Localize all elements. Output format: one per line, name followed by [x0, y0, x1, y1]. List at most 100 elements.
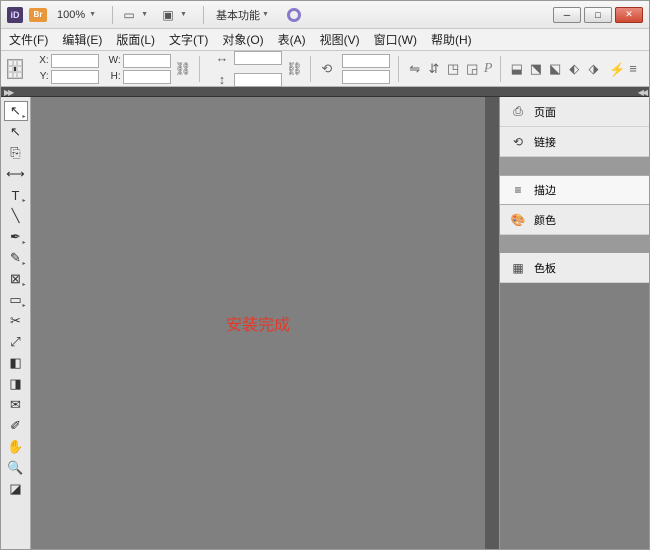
canvas-message: 安装完成: [226, 311, 290, 335]
gradient-feather-tool[interactable]: ◨: [4, 374, 28, 394]
expand-left-icon[interactable]: ▶▶: [4, 88, 12, 97]
gradient-swatch-tool[interactable]: ◧: [4, 353, 28, 373]
rectangle-tool[interactable]: ▭▸: [4, 290, 28, 310]
rectangle-frame-tool[interactable]: ⊠▸: [4, 269, 28, 289]
panel-links[interactable]: ⟲ 链接: [500, 127, 649, 157]
page-tool[interactable]: ⎘: [4, 143, 28, 163]
menu-edit[interactable]: 编辑(E): [62, 31, 102, 48]
screen-mode-icon[interactable]: ▣: [158, 7, 178, 23]
menu-object[interactable]: 对象(O): [222, 31, 263, 48]
window-controls: ─ □ ✕: [553, 7, 643, 23]
select-content-icon[interactable]: ◲: [465, 59, 480, 79]
wrap-icon[interactable]: ⬓: [509, 59, 524, 79]
type-tool[interactable]: T▸: [4, 185, 28, 205]
chevron-down-icon[interactable]: ▼: [180, 11, 187, 18]
reference-point-grid[interactable]: [7, 59, 23, 79]
panel-stroke[interactable]: ≡ 描边: [499, 175, 649, 205]
divider: [310, 56, 311, 82]
rotate-input[interactable]: [342, 54, 390, 68]
chevron-down-icon[interactable]: ▼: [89, 11, 96, 18]
main-area: ↖▸ ↖ ⎘ ⟷ T▸ ╲ ✒▸ ✎▸ ⊠▸ ▭▸ ✂ ⤢ ◧ ◨ ✉ ✐ ✋ …: [1, 97, 649, 549]
shear-input[interactable]: [342, 70, 390, 84]
progress-ring-icon: [287, 8, 301, 22]
chevron-down-icon[interactable]: ▼: [141, 11, 148, 18]
panel-swatches[interactable]: ▦ 色板: [500, 253, 649, 283]
expand-right-icon[interactable]: ◀◀: [638, 88, 646, 97]
select-container-icon[interactable]: ◳: [446, 59, 461, 79]
menu-type[interactable]: 文字(T): [169, 31, 208, 48]
swatches-icon: ▦: [510, 261, 526, 275]
menu-help[interactable]: 帮助(H): [431, 31, 472, 48]
view-options-icon[interactable]: ▭: [119, 7, 139, 23]
w-input[interactable]: [123, 54, 171, 68]
zoom-level[interactable]: 100%: [57, 9, 85, 21]
panel-dock-gutter[interactable]: [485, 97, 499, 549]
menu-window[interactable]: 窗口(W): [374, 31, 417, 48]
divider: [500, 56, 501, 82]
panel-menu-icon[interactable]: ≡: [623, 59, 643, 79]
scissors-tool[interactable]: ✂: [4, 311, 28, 331]
gap-tool[interactable]: ⟷: [4, 164, 28, 184]
divider: [199, 56, 200, 82]
scale-y-input[interactable]: [234, 73, 282, 87]
tool-panel: ↖▸ ↖ ⎘ ⟷ T▸ ╲ ✒▸ ✎▸ ⊠▸ ▭▸ ✂ ⤢ ◧ ◨ ✉ ✐ ✋ …: [1, 97, 31, 549]
document-canvas[interactable]: 安装完成: [31, 97, 485, 549]
constrain-scale-icon[interactable]: ⛓: [286, 59, 303, 79]
h-label: H:: [107, 71, 121, 82]
constrain-icon[interactable]: ⛓: [175, 59, 192, 79]
direct-selection-tool[interactable]: ↖: [4, 122, 28, 142]
x-input[interactable]: [51, 54, 99, 68]
close-button[interactable]: ✕: [615, 7, 643, 23]
y-label: Y:: [35, 71, 49, 82]
divider: [398, 56, 399, 82]
menu-bar: 文件(F) 编辑(E) 版面(L) 文字(T) 对象(O) 表(A) 视图(V)…: [1, 29, 649, 51]
fill-stroke-swap[interactable]: ◪: [4, 479, 28, 499]
pen-tool[interactable]: ✒▸: [4, 227, 28, 247]
wrap-icon[interactable]: ⬗: [586, 59, 601, 79]
wrap-icon[interactable]: ⬔: [528, 59, 543, 79]
eyedropper-tool[interactable]: ✐: [4, 416, 28, 436]
chevron-down-icon[interactable]: ▼: [262, 11, 269, 18]
panel-collapse-strip[interactable]: ▶▶ ◀◀: [1, 87, 649, 97]
pencil-tool[interactable]: ✎▸: [4, 248, 28, 268]
line-tool[interactable]: ╲: [4, 206, 28, 226]
workspace-switcher[interactable]: 基本功能: [216, 7, 260, 23]
panel-pages[interactable]: ⎙ 页面: [500, 97, 649, 127]
flip-v-icon[interactable]: ⇵: [426, 59, 441, 79]
rotate-icon[interactable]: ⟲: [319, 59, 334, 79]
panel-empty: [500, 283, 649, 549]
selection-tool[interactable]: ↖▸: [4, 101, 28, 121]
note-tool[interactable]: ✉: [4, 395, 28, 415]
menu-file[interactable]: 文件(F): [9, 31, 48, 48]
panel-color[interactable]: 🎨 颜色: [500, 205, 649, 235]
h-input[interactable]: [123, 70, 171, 84]
quick-apply-icon[interactable]: ⚡: [609, 62, 623, 76]
panel-label: 链接: [534, 134, 556, 150]
wrap-icon[interactable]: ⬕: [548, 59, 563, 79]
hand-tool[interactable]: ✋: [4, 437, 28, 457]
scale-x-icon: ↔: [212, 48, 232, 68]
panel-gap: [500, 157, 649, 175]
minimize-button[interactable]: ─: [553, 7, 581, 23]
bridge-badge[interactable]: Br: [29, 8, 47, 22]
menu-view[interactable]: 视图(V): [320, 31, 360, 48]
free-transform-tool[interactable]: ⤢: [4, 332, 28, 352]
flip-h-icon[interactable]: ⇋: [407, 59, 422, 79]
scale-x-input[interactable]: [234, 51, 282, 65]
maximize-button[interactable]: □: [584, 7, 612, 23]
x-label: X:: [35, 55, 49, 66]
y-input[interactable]: [51, 70, 99, 84]
divider: [203, 6, 204, 24]
color-icon: 🎨: [510, 213, 526, 227]
panel-label: 色板: [534, 260, 556, 276]
app-icon: iD: [7, 7, 23, 23]
menu-layout[interactable]: 版面(L): [116, 31, 155, 48]
title-bar: iD Br 100% ▼ ▭▼ ▣▼ 基本功能 ▼ ─ □ ✕: [1, 1, 649, 29]
menu-table[interactable]: 表(A): [278, 31, 306, 48]
zoom-tool[interactable]: 🔍: [4, 458, 28, 478]
panel-label: 页面: [534, 104, 556, 120]
paragraph-style-icon[interactable]: P: [484, 61, 493, 77]
divider: [112, 6, 113, 24]
wrap-icon[interactable]: ⬖: [567, 59, 582, 79]
panel-gap: [500, 235, 649, 253]
